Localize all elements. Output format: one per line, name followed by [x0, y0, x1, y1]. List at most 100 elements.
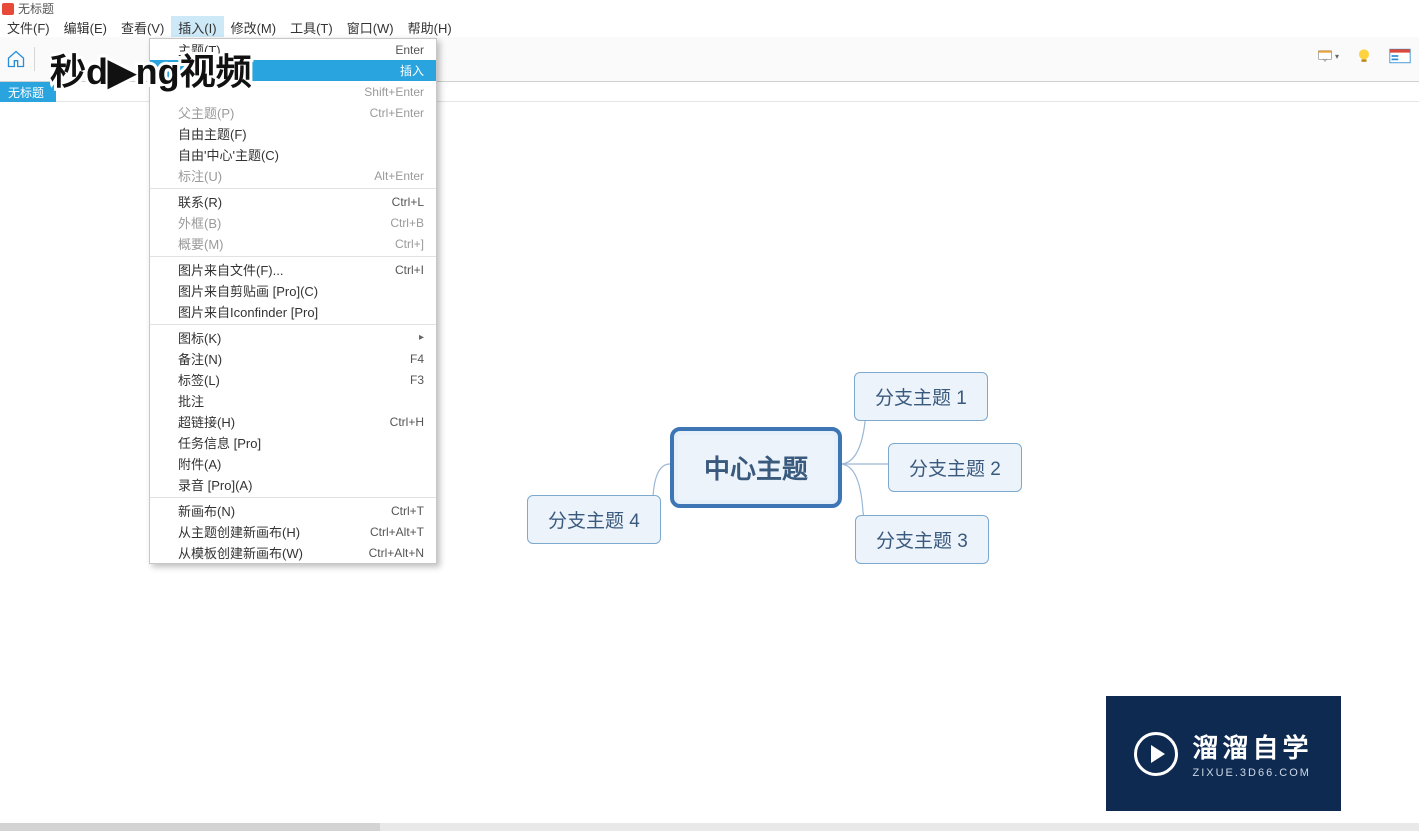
presentation-icon[interactable]: ▾	[1317, 45, 1339, 67]
branch-label: 分支主题 2	[909, 454, 1001, 481]
status-segment	[0, 823, 380, 831]
home-icon[interactable]	[6, 49, 26, 69]
menu-插入(I)[interactable]: 插入(I)	[171, 16, 223, 39]
menu-item[interactable]: 超链接(H)Ctrl+H	[150, 411, 436, 432]
menu-item: 父主题(P)Ctrl+Enter	[150, 102, 436, 123]
brand-box: 溜溜自学 ZIXUE.3D66.COM	[1106, 696, 1341, 811]
menu-item-label: 批注	[178, 391, 424, 410]
branch-label: 分支主题 4	[548, 506, 640, 533]
menu-shortcut: 插入	[400, 62, 424, 79]
menu-separator	[150, 256, 436, 257]
tab-label: 无标题	[8, 84, 44, 101]
menu-shortcut: Ctrl+Alt+N	[369, 546, 424, 560]
menu-item[interactable]: 从主题创建新画布(H)Ctrl+Alt+T	[150, 521, 436, 542]
menu-item-label: 联系(R)	[178, 192, 392, 211]
insert-menu: 主题(T)Enter插入Shift+Enter父主题(P)Ctrl+Enter自…	[149, 38, 437, 564]
menu-item-label: 图片来自文件(F)...	[178, 260, 395, 279]
menu-item-label: 图片来自剪贴画 [Pro](C)	[178, 281, 424, 300]
menu-item: 概要(M)Ctrl+]	[150, 233, 436, 254]
menu-item-label: 标注(U)	[178, 166, 374, 185]
menu-item-label: 任务信息 [Pro]	[178, 433, 424, 452]
menu-item[interactable]: 图片来自Iconfinder [Pro]	[150, 301, 436, 322]
menu-文件(F)[interactable]: 文件(F)	[0, 16, 57, 39]
menu-item-label: 标签(L)	[178, 370, 410, 389]
document-tab[interactable]: 无标题	[0, 82, 56, 103]
menu-separator	[150, 497, 436, 498]
menu-item[interactable]: 从模板创建新画布(W)Ctrl+Alt+N	[150, 542, 436, 563]
menu-item-label: 图标(K)	[178, 328, 419, 347]
menu-item[interactable]: 图片来自文件(F)...Ctrl+I	[150, 259, 436, 280]
menu-item[interactable]: 附件(A)	[150, 453, 436, 474]
menu-shortcut: Ctrl+Alt+T	[370, 525, 424, 539]
menu-shortcut: F3	[410, 373, 424, 387]
menu-修改(M)[interactable]: 修改(M)	[224, 16, 284, 39]
menu-item[interactable]: 图标(K)▸	[150, 327, 436, 348]
menu-shortcut: Ctrl+Enter	[370, 106, 424, 120]
menu-separator	[150, 324, 436, 325]
menu-shortcut: Ctrl+B	[390, 216, 424, 230]
idea-bulb-icon[interactable]	[1353, 45, 1375, 67]
menu-item[interactable]: 任务信息 [Pro]	[150, 432, 436, 453]
status-bar	[0, 823, 1419, 831]
menu-item-label: 录音 [Pro](A)	[178, 475, 424, 494]
menu-item[interactable]: 图片来自剪贴画 [Pro](C)	[150, 280, 436, 301]
branch-topic-2[interactable]: 分支主题 2	[888, 443, 1022, 492]
menu-item-label: 外框(B)	[178, 213, 390, 232]
menu-shortcut: Enter	[395, 43, 424, 57]
branch-label: 分支主题 1	[875, 383, 967, 410]
watermark-text: 秒d▶ng视频	[50, 51, 252, 92]
menu-item-label: 自由主题(F)	[178, 124, 424, 143]
brand-title: 溜溜自学	[1192, 728, 1312, 765]
menu-item-label: 父主题(P)	[178, 103, 370, 122]
menu-shortcut: Ctrl+I	[395, 263, 424, 277]
watermark-logo: 秒d▶ng视频	[50, 44, 290, 101]
menu-item: 标注(U)Alt+Enter	[150, 165, 436, 186]
play-icon	[1134, 732, 1178, 776]
branch-topic-3[interactable]: 分支主题 3	[855, 515, 989, 564]
menu-item-label: 备注(N)	[178, 349, 410, 368]
menu-bar: 文件(F)编辑(E)查看(V)插入(I)修改(M)工具(T)窗口(W)帮助(H)	[0, 17, 1419, 37]
menu-帮助(H)[interactable]: 帮助(H)	[401, 16, 459, 39]
menu-shortcut: Alt+Enter	[374, 169, 424, 183]
menu-separator	[150, 188, 436, 189]
menu-shortcut: Ctrl+T	[391, 504, 424, 518]
branch-label: 分支主题 3	[876, 526, 968, 553]
branch-topic-1[interactable]: 分支主题 1	[854, 372, 988, 421]
menu-item-label: 图片来自Iconfinder [Pro]	[178, 302, 424, 321]
app-icon	[2, 3, 14, 15]
menu-item[interactable]: 自由主题(F)	[150, 123, 436, 144]
menu-item-label: 概要(M)	[178, 234, 395, 253]
layout-icon[interactable]	[1389, 45, 1411, 67]
branch-topic-4[interactable]: 分支主题 4	[527, 495, 661, 544]
menu-shortcut: Ctrl+]	[395, 237, 424, 251]
center-topic-label: 中心主题	[704, 449, 808, 486]
menu-查看(V)[interactable]: 查看(V)	[114, 16, 171, 39]
menu-item: 外框(B)Ctrl+B	[150, 212, 436, 233]
menu-item[interactable]: 自由'中心'主题(C)	[150, 144, 436, 165]
menu-item[interactable]: 标签(L)F3	[150, 369, 436, 390]
chevron-down-icon: ▾	[1335, 52, 1339, 61]
menu-工具(T)[interactable]: 工具(T)	[283, 16, 340, 39]
toolbar-separator	[34, 47, 35, 71]
title-bar: 无标题	[0, 0, 1419, 17]
menu-shortcut: F4	[410, 352, 424, 366]
menu-item[interactable]: 批注	[150, 390, 436, 411]
menu-item-label: 新画布(N)	[178, 501, 391, 520]
submenu-arrow-icon: ▸	[419, 332, 424, 343]
menu-item-label: 自由'中心'主题(C)	[178, 145, 424, 164]
menu-item-label: 从模板创建新画布(W)	[178, 543, 369, 562]
menu-item[interactable]: 录音 [Pro](A)	[150, 474, 436, 495]
menu-shortcut: Ctrl+L	[392, 195, 424, 209]
menu-shortcut: Shift+Enter	[364, 85, 424, 99]
menu-item-label: 从主题创建新画布(H)	[178, 522, 370, 541]
menu-编辑(E)[interactable]: 编辑(E)	[57, 16, 114, 39]
menu-item[interactable]: 新画布(N)Ctrl+T	[150, 500, 436, 521]
center-topic[interactable]: 中心主题	[670, 427, 842, 508]
menu-shortcut: Ctrl+H	[390, 415, 424, 429]
menu-item[interactable]: 联系(R)Ctrl+L	[150, 191, 436, 212]
brand-subtitle: ZIXUE.3D66.COM	[1192, 767, 1312, 779]
menu-item-label: 附件(A)	[178, 454, 424, 473]
window-title: 无标题	[18, 0, 54, 17]
menu-item[interactable]: 备注(N)F4	[150, 348, 436, 369]
menu-窗口(W)[interactable]: 窗口(W)	[340, 16, 401, 39]
